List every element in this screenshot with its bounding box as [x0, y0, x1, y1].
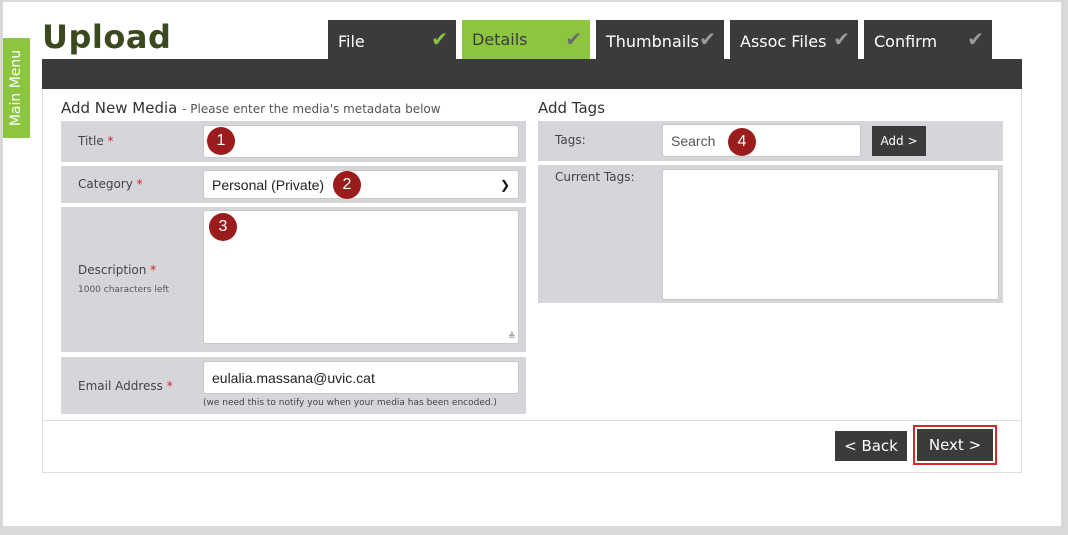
- back-button[interactable]: < Back: [835, 431, 907, 461]
- current-tags-label: Current Tags:: [555, 170, 635, 184]
- category-selected-value: Personal (Private): [212, 176, 325, 193]
- description-label-text: Description: [78, 263, 147, 277]
- description-label: Description * 1000 characters left: [78, 263, 169, 295]
- email-note: (we need this to notify you when your me…: [203, 398, 497, 408]
- step-thumbnails-label: Thumbnails: [606, 32, 699, 51]
- media-heading-text: Add New Media: [61, 99, 178, 117]
- annotation-marker-2: 2: [333, 171, 361, 199]
- description-textarea[interactable]: [203, 210, 519, 344]
- check-icon: ✔: [431, 27, 448, 51]
- media-subheading: - Please enter the media's metadata belo…: [182, 102, 441, 116]
- description-char-count: 1000 characters left: [78, 285, 169, 295]
- annotation-marker-1: 1: [207, 127, 235, 155]
- step-assoc-files-label: Assoc Files: [740, 32, 827, 51]
- title-label: Title *: [78, 134, 114, 148]
- step-details[interactable]: Details ✔: [462, 20, 590, 59]
- category-label-text: Category: [78, 177, 133, 191]
- wizard-steps: File ✔ Details ✔ Thumbnails ✔ Assoc File…: [0, 0, 1068, 60]
- required-marker: *: [107, 134, 114, 148]
- title-input[interactable]: [203, 125, 519, 158]
- resize-handle-icon[interactable]: ≜: [508, 332, 516, 342]
- tags-search-placeholder: Search: [671, 132, 716, 149]
- main-menu-label: Main Menu: [8, 49, 25, 127]
- title-label-text: Title: [78, 134, 104, 148]
- step-confirm-label: Confirm: [874, 32, 938, 51]
- step-file[interactable]: File ✔: [328, 20, 456, 59]
- email-input[interactable]: eulalia.massana@uvic.cat: [203, 361, 519, 394]
- tags-label: Tags:: [555, 133, 586, 147]
- tags-section-heading: Add Tags: [538, 99, 605, 117]
- step-thumbnails[interactable]: Thumbnails ✔: [596, 20, 724, 59]
- check-icon: ✔: [833, 27, 850, 51]
- step-confirm[interactable]: Confirm ✔: [864, 20, 992, 59]
- required-marker: *: [150, 263, 157, 277]
- tags-heading-text: Add Tags: [538, 99, 606, 117]
- current-tags-box: [662, 169, 999, 300]
- annotation-marker-3: 3: [209, 213, 237, 241]
- media-section-heading: Add New Media - Please enter the media's…: [61, 99, 441, 117]
- required-marker: *: [136, 177, 143, 191]
- annotation-marker-4: 4: [728, 128, 756, 156]
- add-tag-button[interactable]: Add >: [872, 126, 926, 156]
- header-band: [42, 59, 1022, 89]
- required-marker: *: [166, 379, 173, 393]
- check-icon: ✔: [967, 27, 984, 51]
- tags-search-input[interactable]: Search: [662, 124, 861, 157]
- check-icon: ✔: [565, 27, 582, 51]
- chevron-down-icon: ❯: [499, 177, 510, 192]
- category-label: Category *: [78, 177, 143, 191]
- category-select[interactable]: Personal (Private) ❯: [203, 170, 519, 199]
- check-icon: ✔: [699, 27, 716, 51]
- step-assoc-files[interactable]: Assoc Files ✔: [730, 20, 858, 59]
- email-label: Email Address *: [78, 379, 173, 393]
- next-button[interactable]: Next >: [917, 429, 993, 461]
- step-details-label: Details: [472, 30, 528, 49]
- footer-divider: [43, 420, 1021, 421]
- email-label-text: Email Address: [78, 379, 163, 393]
- step-file-label: File: [338, 32, 365, 51]
